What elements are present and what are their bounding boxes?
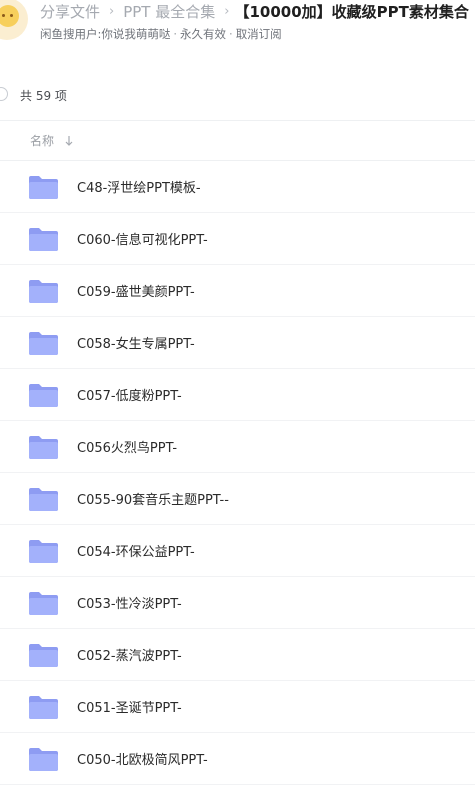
divider [0, 120, 475, 121]
list-item[interactable]: C058-女生专属PPT- [0, 317, 475, 369]
file-name: C056火烈鸟PPT- [77, 441, 178, 456]
list-item[interactable]: C052-蒸汽波PPT- [0, 629, 475, 681]
share-validity: 永久有效 [180, 27, 227, 41]
file-name: C052-蒸汽波PPT- [77, 649, 182, 664]
list-item[interactable]: C060-信息可视化PPT- [0, 213, 475, 265]
avatar[interactable] [0, 0, 28, 40]
share-info: 闲鱼搜用户:你说我萌萌哒 · 永久有效 · 取消订阅 [40, 26, 282, 42]
file-name: C055-90套音乐主题PPT-- [77, 493, 229, 508]
list-item[interactable]: C057-低度粉PPT- [0, 369, 475, 421]
folder-icon [29, 280, 58, 303]
file-name: C057-低度粉PPT- [77, 389, 182, 404]
unsubscribe-link[interactable]: 取消订阅 [236, 27, 282, 41]
chevron-right-icon: › [109, 4, 115, 19]
file-name: C051-圣诞节PPT- [77, 701, 182, 716]
list-item[interactable]: C054-环保公益PPT- [0, 525, 475, 577]
separator-dot: · [229, 27, 233, 41]
breadcrumb-root[interactable]: 分享文件 [40, 2, 100, 22]
list-item[interactable]: C050-北欧极简风PPT- [0, 733, 475, 785]
share-user: 闲鱼搜用户:你说我萌萌哒 [40, 27, 171, 41]
folder-icon [29, 384, 58, 407]
avatar-icon [0, 5, 19, 27]
list-item[interactable]: C056火烈鸟PPT- [0, 421, 475, 473]
page-title: 【10000加】收藏级PPT素材集合 [234, 3, 469, 21]
list-item[interactable]: C059-盛世美颜PPT- [0, 265, 475, 317]
file-name: C054-环保公益PPT- [77, 545, 195, 560]
folder-icon [29, 332, 58, 355]
sort-by-name-button[interactable]: 名称 [30, 132, 74, 149]
folder-icon [29, 176, 58, 199]
list-item[interactable]: C051-圣诞节PPT- [0, 681, 475, 733]
folder-icon [29, 228, 58, 251]
folder-icon [29, 540, 58, 563]
breadcrumb-parent[interactable]: PPT 最全合集 [123, 2, 215, 22]
folder-icon [29, 748, 58, 771]
folder-icon [29, 644, 58, 667]
file-name: C050-北欧极简风PPT- [77, 753, 208, 768]
folder-icon [29, 592, 58, 615]
file-name: C060-信息可视化PPT- [77, 233, 208, 248]
file-name: C053-性冷淡PPT- [77, 597, 182, 612]
chevron-right-icon: › [224, 4, 230, 19]
list-item[interactable]: C053-性冷淡PPT- [0, 577, 475, 629]
folder-icon [29, 436, 58, 459]
arrow-down-icon [65, 135, 73, 146]
separator-dot: · [173, 27, 178, 41]
file-name: C059-盛世美颜PPT- [77, 285, 195, 300]
list-item[interactable]: C055-90套音乐主题PPT-- [0, 473, 475, 525]
file-name: C48-浮世绘PPT模板- [77, 181, 201, 196]
folder-icon [29, 488, 58, 511]
folder-icon [29, 696, 58, 719]
item-count: 共 59 项 [20, 89, 67, 103]
breadcrumb: 分享文件 › PPT 最全合集 › 【10000加】收藏级PPT素材集合 [40, 2, 469, 22]
sort-label: 名称 [30, 134, 55, 148]
select-all-checkbox[interactable] [0, 87, 8, 101]
file-name: C058-女生专属PPT- [77, 337, 195, 352]
list-item[interactable]: C48-浮世绘PPT模板- [0, 161, 475, 213]
